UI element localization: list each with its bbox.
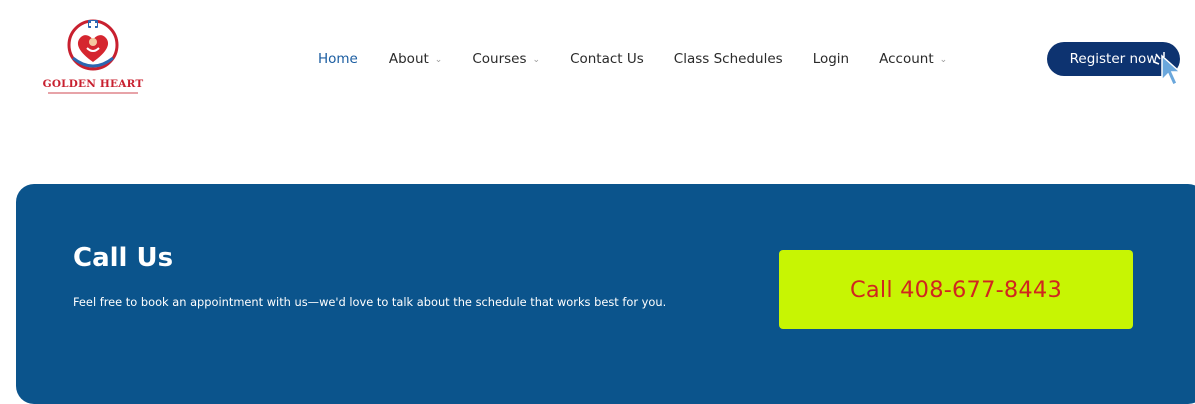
site-header: GOLDEN HEART Home About ⌄ Courses ⌄ Cont… — [0, 0, 1195, 120]
chevron-down-icon: ⌄ — [939, 55, 948, 65]
nav-about-label: About — [388, 51, 429, 67]
main-nav: Home About ⌄ Courses ⌄ Contact Us Class … — [318, 48, 947, 70]
nav-about[interactable]: About ⌄ — [389, 51, 442, 67]
nav-account[interactable]: Account ⌄ — [879, 51, 947, 67]
register-now-label: Register now — [1069, 51, 1158, 67]
chevron-down-icon: ⌄ — [434, 55, 443, 65]
chevron-down-icon: ⌄ — [532, 55, 541, 65]
nav-schedules-label: Class Schedules — [673, 51, 783, 67]
nav-login-label: Login — [812, 51, 850, 67]
nav-home[interactable]: Home — [318, 51, 358, 67]
nav-account-label: Account — [879, 51, 934, 67]
nav-courses-label: Courses — [472, 51, 527, 67]
nav-courses[interactable]: Courses ⌄ — [472, 51, 540, 67]
nav-contact-label: Contact Us — [570, 51, 644, 67]
nav-contact-us[interactable]: Contact Us — [570, 51, 644, 67]
mouse-pointer-icon — [1153, 52, 1182, 87]
logo-wordmark: GOLDEN HEART — [42, 78, 144, 90]
nav-class-schedules[interactable]: Class Schedules — [674, 51, 783, 67]
call-us-description: Feel free to book an appointment with us… — [73, 295, 667, 309]
nav-login[interactable]: Login — [813, 51, 849, 67]
logo-underline — [48, 92, 138, 94]
call-us-heading: Call Us — [73, 243, 174, 273]
nav-home-label: Home — [318, 51, 358, 67]
site-logo[interactable]: GOLDEN HEART — [34, 18, 152, 102]
call-phone-label: Call 408-677-8443 — [850, 276, 1062, 303]
heart-nurse-logo-icon — [67, 19, 119, 71]
call-phone-button[interactable]: Call 408-677-8443 — [779, 250, 1133, 329]
